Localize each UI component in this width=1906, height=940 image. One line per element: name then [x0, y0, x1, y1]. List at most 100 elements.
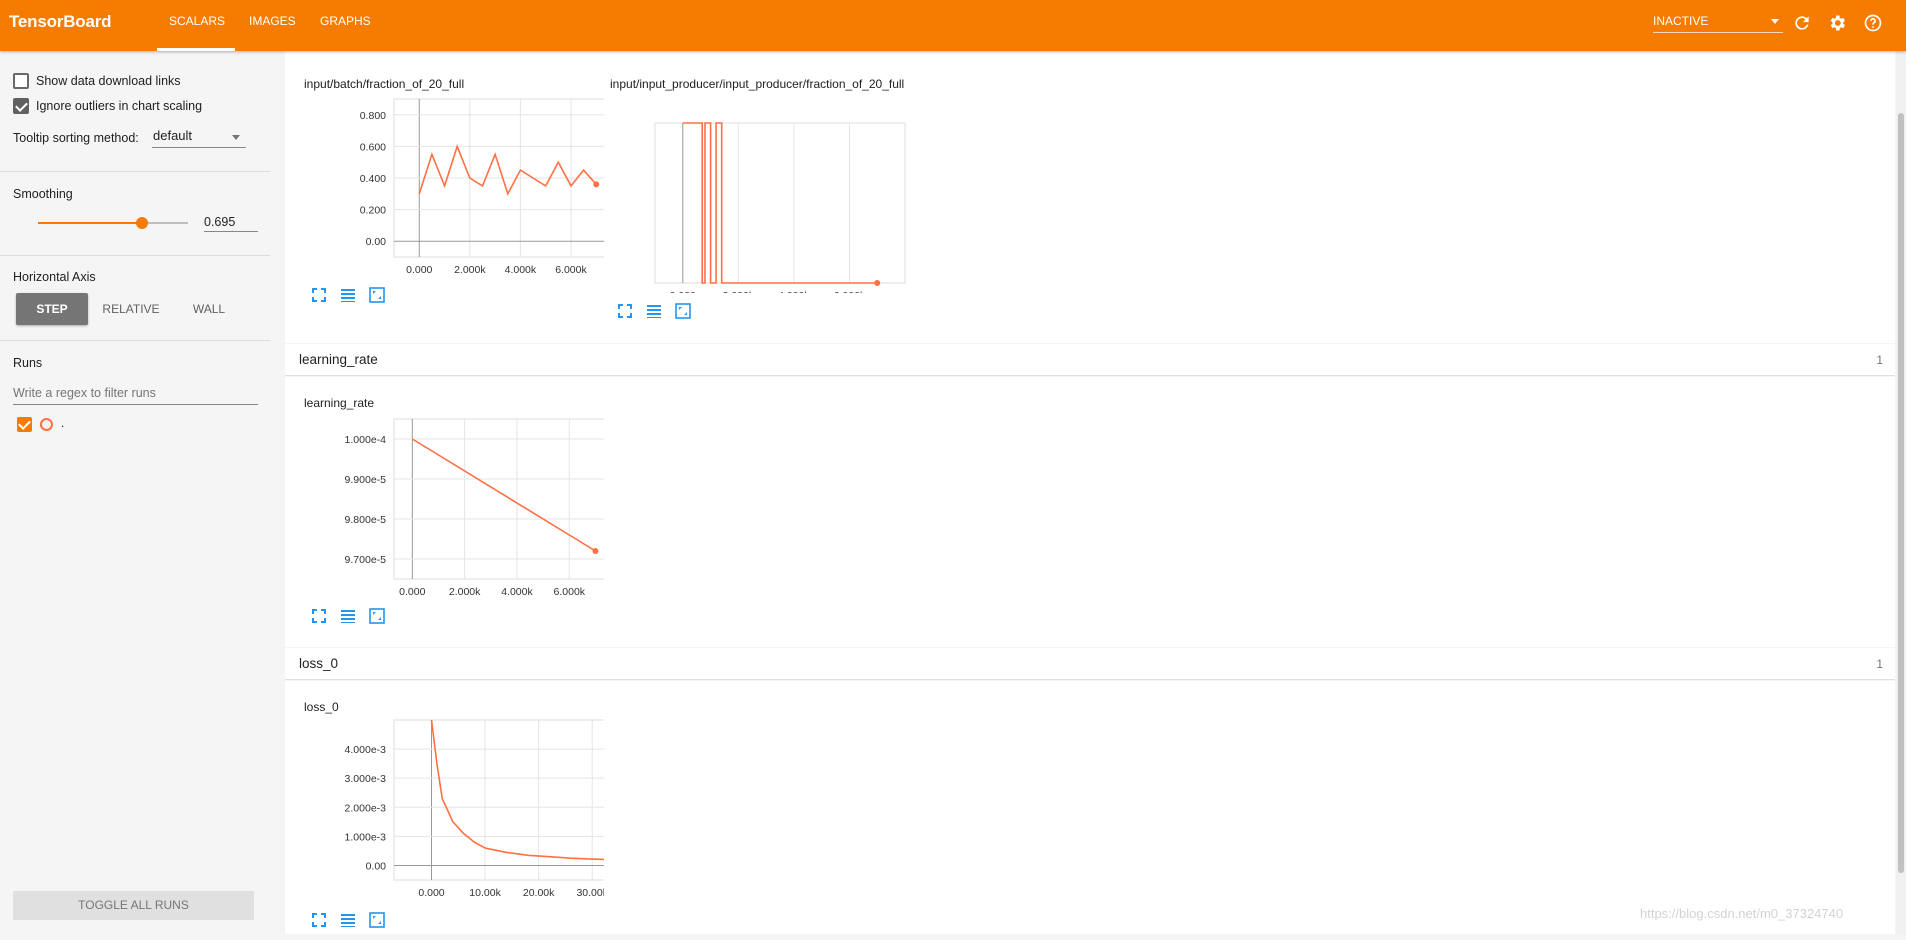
smoothing-value-input[interactable]: 0.695: [204, 212, 258, 232]
divider: [0, 171, 270, 172]
section-header-learning-rate[interactable]: learning_rate 1: [285, 344, 1895, 376]
chevron-down-icon: [232, 135, 240, 140]
y-tick-label: 0.00: [366, 860, 387, 872]
app-title: TensorBoard: [9, 12, 112, 31]
expand-icon[interactable]: [310, 286, 328, 304]
runs-label: Runs: [13, 356, 43, 370]
section-count: 1: [1876, 353, 1883, 367]
fit-domain-icon[interactable]: [368, 286, 386, 304]
section-learning-rate-body: learning_rate 0.000 2.000k 4.000k 6.000k 1.0…: [285, 377, 1895, 647]
tooltip-sorting-value: default: [153, 128, 193, 143]
show-download-links-checkbox[interactable]: [13, 73, 29, 89]
chart-toolbar: [310, 911, 400, 929]
smoothing-slider[interactable]: [38, 217, 188, 229]
smoothing-slider-knob[interactable]: [136, 217, 149, 229]
tab-scalars[interactable]: SCALARS: [169, 14, 225, 28]
fit-domain-icon[interactable]: [674, 302, 692, 320]
chart-card: loss_0 0.000 10.00k 20.00k 30.00k 4.000e-3 3.…: [304, 700, 604, 940]
x-tick-label: 0.000: [406, 264, 432, 276]
data-table-icon[interactable]: [339, 286, 357, 304]
y-tick-label: 2.000e-3: [345, 802, 387, 814]
tab-images[interactable]: IMAGES: [249, 14, 296, 28]
y-tick-label: 9.800e-5: [345, 514, 387, 526]
last-point-marker: [874, 280, 881, 286]
y-tick-label: 0.400: [360, 173, 386, 185]
status-value: INACTIVE: [1653, 14, 1709, 28]
axis-step-button[interactable]: STEP: [16, 293, 88, 325]
ignore-outliers-label: Ignore outliers in chart scaling: [36, 99, 203, 113]
expand-icon[interactable]: [616, 302, 634, 320]
chart-svg: 0.000 2.000k 4.000k 6.000k: [654, 122, 906, 293]
chart-toolbar: [310, 607, 400, 625]
axis-wall-button[interactable]: WALL: [178, 293, 240, 325]
x-tick-label: 4.000k: [778, 290, 810, 293]
last-point-marker: [593, 181, 600, 188]
run-checkbox[interactable]: [17, 417, 32, 432]
expand-icon[interactable]: [310, 607, 328, 625]
chart-card: input/input_producer/input_producer/frac…: [610, 77, 910, 342]
status-dropdown[interactable]: INACTIVE: [1653, 12, 1783, 33]
data-table-icon[interactable]: [645, 302, 663, 320]
fit-domain-icon[interactable]: [368, 607, 386, 625]
chart-title: loss_0: [304, 700, 339, 714]
refresh-icon[interactable]: [1792, 13, 1812, 33]
x-tick-label: 6.000k: [555, 264, 587, 276]
active-tab-indicator: [157, 48, 235, 51]
toggle-all-runs-button[interactable]: TOGGLE ALL RUNS: [13, 891, 254, 920]
y-tick-label: 4.000e-3: [345, 744, 387, 756]
chart-svg: 0.000 10.00k 20.00k 30.00k 4.000e-3 3.000e-3 2…: [345, 719, 604, 899]
run-name: .: [61, 416, 65, 430]
plot-frame: [393, 719, 604, 881]
tab-graphs[interactable]: GRAPHS: [320, 14, 371, 28]
data-table-icon[interactable]: [339, 607, 357, 625]
chart-title: learning_rate: [304, 396, 375, 410]
y-tick-label: 3.000e-3: [345, 773, 387, 785]
scrollbar[interactable]: [1896, 51, 1906, 934]
chart-card: learning_rate 0.000 2.000k 4.000k 6.000k 1.0…: [304, 396, 604, 636]
series-line: [418, 144, 597, 196]
chart-toolbar: [310, 286, 400, 304]
x-tick-label: 6.000k: [554, 586, 586, 598]
section-title: loss_0: [299, 656, 339, 671]
expand-icon[interactable]: [310, 911, 328, 929]
axis-relative-button[interactable]: RELATIVE: [96, 293, 166, 325]
sidebar: Show data download links Ignore outliers…: [0, 51, 270, 934]
x-tick-label: 2.000k: [454, 264, 486, 276]
x-tick-label: 4.000k: [501, 586, 533, 598]
chart-svg: 0.000 2.000k 4.000k 6.000k 0.800 0.600 0.400 0.…: [360, 98, 604, 276]
run-filter-input[interactable]: Write a regex to filter runs: [13, 381, 258, 405]
y-tick-label: 0.600: [360, 141, 386, 153]
scrollbar-thumb[interactable]: [1898, 113, 1904, 873]
watermark: https://blog.csdn.net/m0_37324740: [1640, 906, 1844, 921]
y-tick-label: 1.000e-3: [345, 831, 387, 843]
x-tick-label: 30.00k: [576, 887, 604, 899]
settings-icon[interactable]: [1827, 13, 1847, 33]
show-download-links-label: Show data download links: [36, 74, 181, 88]
smoothing-label: Smoothing: [13, 187, 73, 201]
y-tick-label: 1.000e-4: [345, 434, 387, 446]
section-count: 1: [1876, 657, 1883, 671]
fit-domain-icon[interactable]: [368, 911, 386, 929]
horizontal-axis-label: Horizontal Axis: [13, 270, 96, 284]
chart-svg: 0.000 2.000k 4.000k 6.000k 1.000e-4 9.900e-5 9…: [345, 418, 604, 598]
run-color-circle: [40, 418, 53, 431]
section-title: learning_rate: [299, 352, 378, 367]
x-tick-label: 0.000: [670, 290, 696, 293]
divider: [0, 255, 270, 256]
ignore-outliers-checkbox[interactable]: [13, 98, 29, 114]
section-header-loss-0[interactable]: loss_0 1: [285, 648, 1895, 680]
tooltip-sorting-label: Tooltip sorting method:: [13, 131, 139, 145]
main-content: input/batch/fraction_of_20_full 0.000 2.0…: [285, 51, 1895, 934]
chart-title: input/batch/fraction_of_20_full: [304, 77, 465, 91]
help-icon[interactable]: [1863, 13, 1883, 33]
y-tick-label: 0.00: [366, 236, 387, 248]
y-tick-label: 0.200: [360, 205, 386, 217]
x-tick-label: 2.000k: [449, 586, 481, 598]
tooltip-sorting-dropdown[interactable]: default: [152, 126, 246, 148]
plot-frame: [393, 418, 604, 580]
x-tick-label: 0.000: [399, 586, 425, 598]
run-filter-placeholder: Write a regex to filter runs: [13, 386, 156, 400]
data-table-icon[interactable]: [339, 911, 357, 929]
series-line: [430, 719, 604, 861]
x-tick-label: 10.00k: [469, 887, 501, 899]
